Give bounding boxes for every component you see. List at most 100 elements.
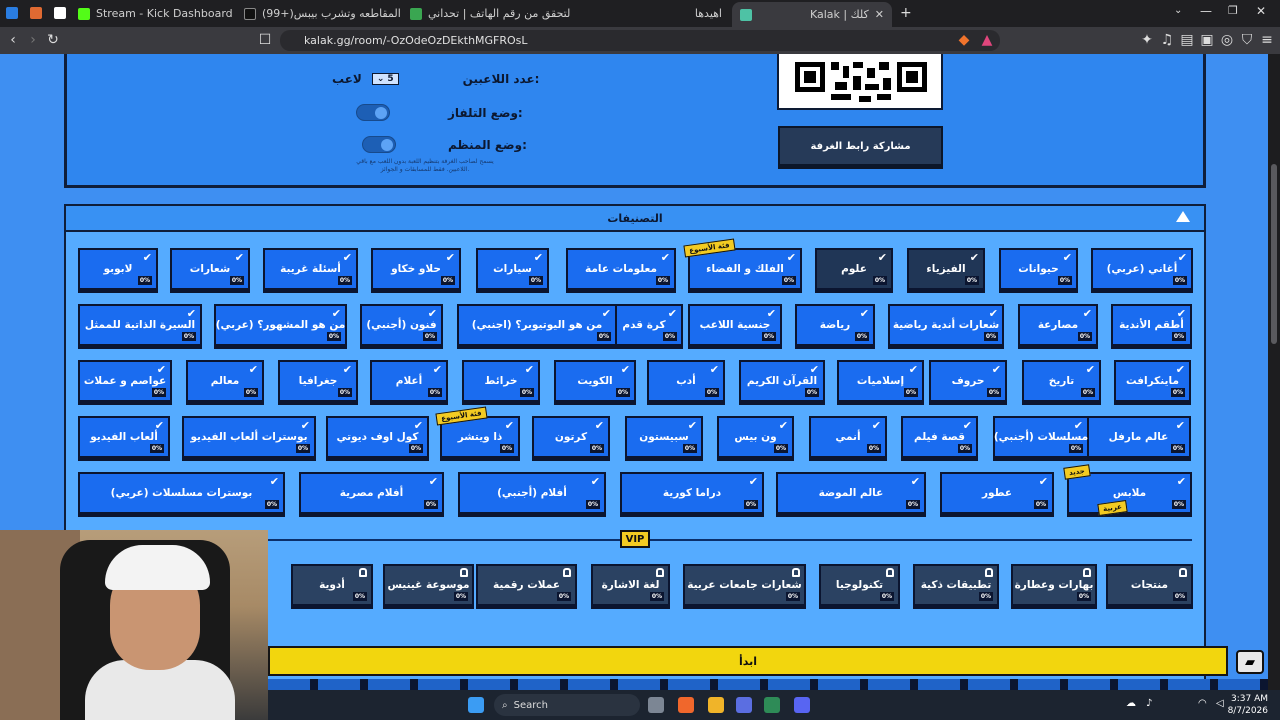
- category-tile[interactable]: أفلام (أجنبي) 0% ✔: [458, 472, 606, 514]
- taskbar-search[interactable]: ⌕ Search: [494, 694, 640, 716]
- category-tile[interactable]: عواصم و عملات 0% ✔: [78, 360, 172, 402]
- extensions-icon[interactable]: ✦: [1138, 31, 1156, 49]
- category-tile[interactable]: كول اوف ديوتي 0% ✔: [326, 416, 429, 458]
- vpn-icon[interactable]: ◎: [1218, 31, 1236, 49]
- page-scrollbar[interactable]: [1268, 54, 1280, 690]
- close-window-icon[interactable]: ✕: [1256, 4, 1266, 18]
- brave-rewards-icon[interactable]: ▲: [978, 31, 996, 49]
- category-tile[interactable]: معالم 0% ✔: [186, 360, 264, 402]
- tv-mode-toggle[interactable]: [356, 104, 390, 121]
- category-tile[interactable]: ألعاب الفيديو 0% ✔: [78, 416, 170, 458]
- vip-category-tile[interactable]: منتجات 0%: [1106, 564, 1193, 606]
- volume-icon[interactable]: ◁: [1216, 698, 1224, 709]
- category-tile[interactable]: من هو المشهور؟ (عربي) 0% ✔: [214, 304, 347, 346]
- vip-category-tile[interactable]: شعارات جامعات عربية 0%: [683, 564, 806, 606]
- menu-icon[interactable]: ≡: [1258, 31, 1276, 49]
- collapse-icon[interactable]: [1176, 211, 1190, 222]
- categories-header[interactable]: التصنيفات: [64, 204, 1206, 232]
- back-icon[interactable]: ‹: [4, 31, 22, 49]
- notion-icon[interactable]: [54, 7, 66, 19]
- category-tile[interactable]: كرتون 0% ✔: [532, 416, 610, 458]
- taskbar-clock[interactable]: 3:37 AM 8/7/2026: [1228, 693, 1268, 717]
- category-tile[interactable]: مسلسلات (أجنبي) 0% ✔: [993, 416, 1089, 458]
- file-explorer-icon[interactable]: [708, 697, 724, 713]
- category-tile[interactable]: بوسترات مسلسلات (عربي) 0% ✔: [78, 472, 285, 514]
- category-tile[interactable]: أغاني (عربي) 0% ✔: [1091, 248, 1193, 290]
- category-tile[interactable]: عالم الموضة 0% ✔: [776, 472, 926, 514]
- vip-category-tile[interactable]: تكنولوجيا 0%: [819, 564, 900, 606]
- category-tile[interactable]: أسئلة غريبة 0% ✔: [263, 248, 358, 290]
- sidebar-icon[interactable]: ▤: [1178, 31, 1196, 49]
- category-tile[interactable]: مصارعة 0% ✔: [1018, 304, 1098, 346]
- vip-category-tile[interactable]: لغة الاشارة 0%: [591, 564, 670, 606]
- vip-category-tile[interactable]: تطبيقات ذكية 0%: [913, 564, 999, 606]
- category-tile[interactable]: فنون (أجنبي) 0% ✔: [360, 304, 443, 346]
- category-tile[interactable]: تاريخ 0% ✔: [1022, 360, 1101, 402]
- tab-kick-dashboard[interactable]: Stream - Kick Dashboard: [78, 0, 238, 27]
- share-room-link-button[interactable]: مشاركة رابط الغرفة: [778, 126, 943, 166]
- category-tile[interactable]: دراما كورية 0% ✔: [620, 472, 764, 514]
- category-tile[interactable]: عطور 0% ✔: [940, 472, 1054, 514]
- category-tile[interactable]: ملابس 0% ✔: [1067, 472, 1192, 514]
- app-icon[interactable]: [736, 697, 752, 713]
- wallet-icon[interactable]: ▣: [1198, 31, 1216, 49]
- obs-icon[interactable]: [764, 697, 780, 713]
- players-select[interactable]: ⌄ 5: [371, 73, 399, 85]
- discord-icon[interactable]: [794, 697, 810, 713]
- vip-category-tile[interactable]: عملات رقمية 0%: [476, 564, 577, 606]
- new-tab-icon[interactable]: +: [900, 5, 912, 21]
- organizer-mode-toggle[interactable]: [362, 136, 396, 153]
- minimize-icon[interactable]: —: [1200, 4, 1212, 18]
- brave-icon[interactable]: [678, 697, 694, 713]
- forward-icon[interactable]: ›: [24, 31, 42, 49]
- category-tile[interactable]: بوسترات ألعاب الفيديو 0% ✔: [182, 416, 316, 458]
- category-tile[interactable]: لابوبو 0% ✔: [78, 248, 158, 290]
- category-tile[interactable]: شعارات 0% ✔: [170, 248, 250, 290]
- media-icon[interactable]: ♫: [1158, 31, 1176, 49]
- chat-button[interactable]: ▰: [1236, 650, 1264, 674]
- brave-shield-icon[interactable]: ◆: [955, 31, 973, 49]
- vip-category-tile[interactable]: أدوية 0%: [291, 564, 373, 606]
- category-tile[interactable]: جغرافيا 0% ✔: [278, 360, 358, 402]
- category-tile[interactable]: القرآن الكريم 0% ✔: [739, 360, 825, 402]
- scrollbar-thumb[interactable]: [1271, 164, 1277, 344]
- tab-list-icon[interactable]: ⌄: [1174, 5, 1182, 16]
- category-tile[interactable]: شعارات أندية رياضية 0% ✔: [888, 304, 1004, 346]
- category-tile[interactable]: ون بيس 0% ✔: [717, 416, 794, 458]
- url-field[interactable]: kalak.gg/room/-OzOdeOzDEkthMGFROsL: [280, 30, 1000, 51]
- category-tile[interactable]: ماينكرافت 0% ✔: [1114, 360, 1191, 402]
- task-view-icon[interactable]: [648, 697, 664, 713]
- category-tile[interactable]: سيارات 0% ✔: [476, 248, 549, 290]
- category-tile[interactable]: علوم 0% ✔: [815, 248, 893, 290]
- vip-category-tile[interactable]: موسوعة غينيس 0%: [383, 564, 474, 606]
- bookmark-icon[interactable]: ☐: [256, 31, 274, 49]
- windows-start-icon[interactable]: [468, 697, 484, 713]
- category-tile[interactable]: أدب 0% ✔: [647, 360, 725, 402]
- category-tile[interactable]: الكويت 0% ✔: [554, 360, 636, 402]
- tab-phone-verify[interactable]: التحقق من رقم الهاتف | تحداني: [410, 0, 570, 27]
- category-tile[interactable]: رياضة 0% ✔: [795, 304, 875, 346]
- app-icon[interactable]: [6, 7, 18, 19]
- reload-icon[interactable]: ↻: [44, 31, 62, 49]
- tab-tiktok[interactable]: (99+)متنساش المقاطعه وتشرب بيبس: [244, 0, 404, 27]
- category-tile[interactable]: أفلام مصرية 0% ✔: [299, 472, 444, 514]
- category-tile[interactable]: أعلام 0% ✔: [370, 360, 448, 402]
- tab-other[interactable]: اهيدها: [576, 0, 726, 27]
- tab-kalak[interactable]: Kalak | كلك ✕: [732, 2, 892, 27]
- microphone-icon[interactable]: ♪: [1146, 698, 1152, 709]
- category-tile[interactable]: السيرة الذاتية للممثل 0% ✔: [78, 304, 202, 346]
- category-tile[interactable]: قصة فيلم 0% ✔: [901, 416, 978, 458]
- maximize-icon[interactable]: ❐: [1228, 4, 1238, 17]
- category-tile[interactable]: من هو اليوتيوبر؟ (اجنبي) 0% ✔: [457, 304, 617, 346]
- category-tile[interactable]: إسلاميات 0% ✔: [837, 360, 924, 402]
- category-tile[interactable]: عالم مارفل 0% ✔: [1086, 416, 1191, 458]
- category-tile[interactable]: سبيستون 0% ✔: [625, 416, 703, 458]
- category-tile[interactable]: حيوانات 0% ✔: [999, 248, 1078, 290]
- category-tile[interactable]: الفيزياء 0% ✔: [907, 248, 985, 290]
- category-tile[interactable]: حروف 0% ✔: [929, 360, 1007, 402]
- close-tab-icon[interactable]: ✕: [875, 8, 884, 21]
- category-tile[interactable]: جنسية اللاعب 0% ✔: [688, 304, 782, 346]
- wifi-icon[interactable]: ◠: [1198, 698, 1207, 709]
- start-button[interactable]: ابدأ: [268, 646, 1228, 676]
- category-tile[interactable]: أطقم الأندية 0% ✔: [1111, 304, 1192, 346]
